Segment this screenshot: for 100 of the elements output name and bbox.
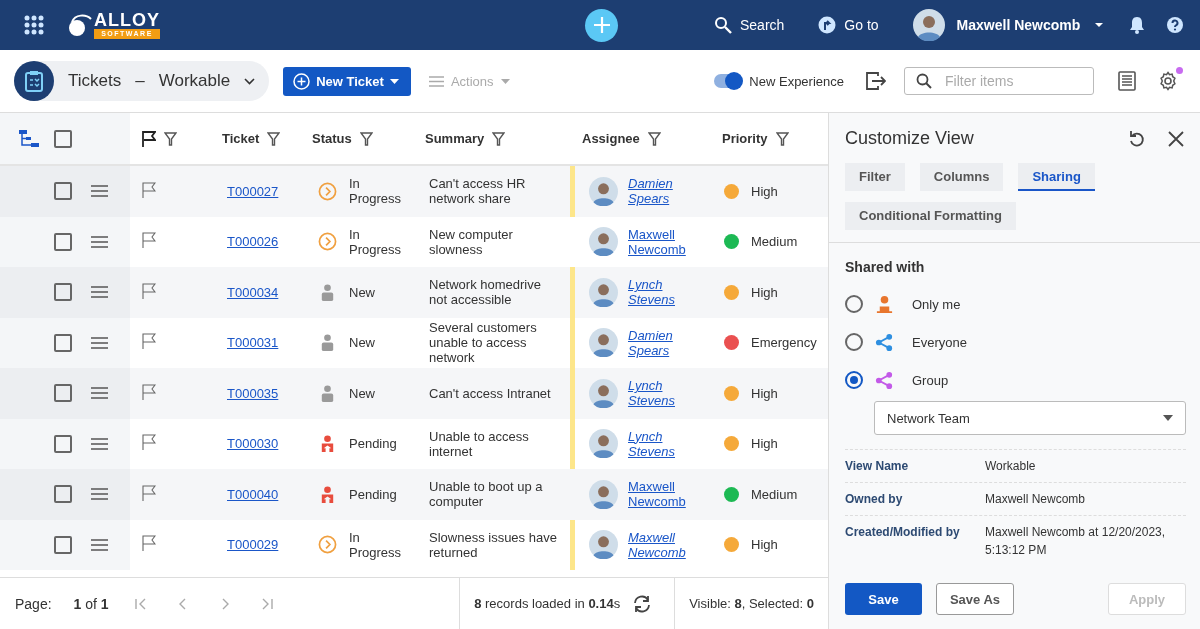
person-icon: [875, 294, 894, 314]
flag-icon[interactable]: [142, 484, 156, 501]
filter-field[interactable]: Filter items: [904, 67, 1094, 95]
status-text: New: [349, 385, 375, 401]
column-header[interactable]: Assignee: [582, 131, 640, 146]
apps-grid-icon[interactable]: [24, 15, 44, 35]
filter-icon[interactable]: [647, 131, 661, 146]
help-icon[interactable]: [1166, 16, 1185, 34]
radio-button[interactable]: [845, 333, 863, 351]
reset-icon[interactable]: [1128, 129, 1146, 148]
tab[interactable]: Conditional Formatting: [845, 202, 1016, 230]
save-button[interactable]: Save: [845, 583, 922, 615]
assignee-link[interactable]: Maxwell Newcomb: [628, 226, 698, 257]
filter-icon[interactable]: [267, 131, 281, 146]
tab[interactable]: Filter: [845, 163, 905, 191]
assignee-link[interactable]: Damien Spears: [628, 176, 698, 207]
ticket-link[interactable]: T000026: [227, 234, 279, 250]
column-header[interactable]: Summary: [425, 131, 485, 146]
checkbox[interactable]: [54, 333, 72, 352]
ticket-link[interactable]: T000031: [227, 335, 279, 351]
avatar-icon: [589, 479, 618, 509]
chevron-circle-icon: [318, 232, 337, 252]
flag-icon[interactable]: [142, 535, 156, 552]
page-label: Page:: [15, 595, 52, 612]
ticket-link[interactable]: T000029: [227, 537, 279, 553]
menu-icon[interactable]: [91, 336, 108, 349]
assignee-link[interactable]: Maxwell Newcomb: [628, 529, 698, 560]
avatar-icon: [589, 277, 618, 307]
search-link[interactable]: Search: [714, 16, 785, 34]
assignee-link[interactable]: Maxwell Newcomb: [628, 479, 698, 510]
assignee-link[interactable]: Damien Spears: [628, 327, 698, 358]
ticket-link[interactable]: T000034: [227, 284, 279, 300]
checkbox[interactable]: [54, 434, 72, 453]
filter-icon[interactable]: [164, 131, 177, 146]
flag-icon[interactable]: [142, 181, 156, 198]
checkbox[interactable]: [54, 384, 72, 403]
caret-icon: [389, 78, 399, 84]
user-name[interactable]: Maxwell Newcomb: [956, 17, 1081, 33]
radio-button[interactable]: [845, 295, 863, 313]
flag-icon[interactable]: [142, 434, 156, 451]
menu-icon[interactable]: [91, 437, 108, 450]
assignee-link[interactable]: Lynch Stevens: [628, 378, 698, 409]
menu-icon[interactable]: [91, 286, 108, 299]
filter-icon[interactable]: [359, 131, 373, 146]
flag-icon[interactable]: [142, 333, 156, 350]
checkbox[interactable]: [54, 182, 72, 201]
column-header[interactable]: Ticket: [222, 131, 260, 146]
group-dropdown[interactable]: Network Team: [874, 401, 1186, 435]
checkbox[interactable]: [54, 535, 72, 554]
panel-button[interactable]: Save As: [936, 583, 1014, 615]
menu-icon[interactable]: [91, 387, 108, 400]
flag-icon[interactable]: [142, 383, 156, 400]
menu-icon[interactable]: [91, 235, 108, 248]
column-header[interactable]: Status: [312, 131, 352, 146]
flag-icon[interactable]: [142, 232, 156, 249]
toggle-switch[interactable]: [714, 74, 742, 88]
ticket-link[interactable]: T000027: [227, 183, 279, 199]
menu-icon[interactable]: [91, 488, 108, 501]
caret-icon[interactable]: [1094, 22, 1105, 28]
toggle-label: New Experience: [749, 73, 844, 89]
tab[interactable]: Sharing: [1018, 163, 1095, 191]
view-selector[interactable]: Tickets – Workable: [14, 61, 270, 101]
assignee-link[interactable]: Lynch Stevens: [628, 428, 698, 459]
avatar-icon: [589, 227, 618, 257]
summary-text: Can't access HR network share: [428, 176, 527, 207]
tree-icon[interactable]: [19, 129, 39, 148]
ticket-link[interactable]: T000030: [227, 436, 279, 452]
ticket-link[interactable]: T000040: [227, 486, 279, 502]
export-icon[interactable]: [866, 72, 886, 90]
bell-icon[interactable]: [1128, 16, 1147, 34]
menu-icon[interactable]: [91, 185, 108, 198]
option-label[interactable]: Everyone: [912, 334, 967, 350]
flag-icon[interactable]: [142, 282, 156, 299]
avatar-icon: [589, 378, 618, 408]
option-label[interactable]: Only me: [912, 296, 961, 312]
menu-icon[interactable]: [91, 538, 108, 551]
checkbox[interactable]: [54, 232, 72, 251]
tab[interactable]: Columns: [919, 163, 1004, 191]
chevron-circle-icon: [318, 535, 337, 555]
add-button[interactable]: [585, 8, 618, 42]
settings-icon[interactable]: [1158, 71, 1178, 91]
column-header[interactable]: Priority: [722, 131, 768, 146]
filter-icon[interactable]: [492, 131, 506, 146]
checkbox[interactable]: [54, 485, 72, 504]
document-icon[interactable]: [1118, 71, 1136, 91]
checkbox[interactable]: [54, 129, 72, 148]
refresh-icon[interactable]: [632, 593, 653, 614]
new-ticket-button[interactable]: New Ticket: [283, 66, 411, 96]
assignee-link[interactable]: Lynch Stevens: [628, 277, 698, 308]
filter-icon[interactable]: [775, 131, 789, 146]
detail-value: Maxwell Newcomb: [985, 491, 1087, 508]
checkbox[interactable]: [54, 283, 72, 302]
view-name: Workable: [158, 71, 231, 91]
close-icon[interactable]: [1168, 130, 1184, 147]
priority-text: High: [751, 385, 778, 401]
chevron-circle-icon: [318, 181, 337, 201]
ticket-link[interactable]: T000035: [227, 385, 279, 401]
radio-button[interactable]: [845, 371, 863, 389]
option-label[interactable]: Group: [912, 372, 949, 388]
goto-link[interactable]: Go to: [818, 16, 879, 34]
